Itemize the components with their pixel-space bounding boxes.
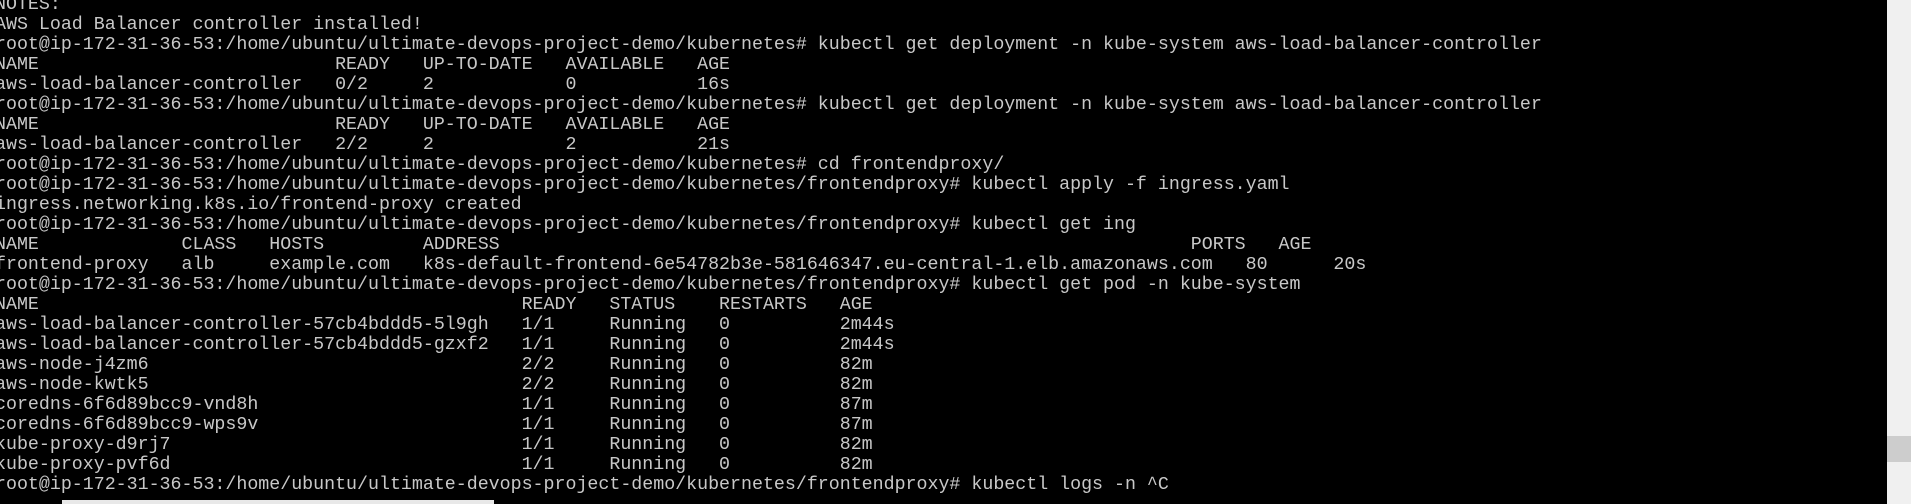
- terminal-prompt-line: root@ip-172-31-36-53:/home/ubuntu/ultima…: [0, 175, 1290, 195]
- vertical-scrollbar[interactable]: [1887, 0, 1911, 504]
- terminal-output[interactable]: NOTES: AWS Load Balancer controller inst…: [0, 0, 1875, 495]
- terminal-prompt-line: root@ip-172-31-36-53:/home/ubuntu/ultima…: [0, 275, 1301, 295]
- table-header: NAME CLASS HOSTS ADDRESS PORTS AGE: [0, 235, 1312, 255]
- terminal-line: NOTES:: [0, 0, 61, 15]
- table-row: aws-node-j4zm6 2/2 Running 0 82m: [0, 355, 873, 375]
- terminal-prompt-line: root@ip-172-31-36-53:/home/ubuntu/ultima…: [0, 215, 1136, 235]
- table-header: NAME READY UP-TO-DATE AVAILABLE AGE: [0, 55, 731, 75]
- table-row: aws-load-balancer-controller 0/2 2 0 16s: [0, 75, 731, 95]
- terminal-window[interactable]: NOTES: AWS Load Balancer controller inst…: [0, 0, 1911, 504]
- table-row: aws-load-balancer-controller-57cb4bddd5-…: [0, 335, 895, 355]
- table-header: NAME READY STATUS RESTARTS AGE: [0, 295, 873, 315]
- horizontal-scroll-indicator: [62, 500, 494, 504]
- table-row: coredns-6f6d89bcc9-vnd8h 1/1 Running 0 8…: [0, 395, 873, 415]
- table-row: kube-proxy-pvf6d 1/1 Running 0 82m: [0, 455, 873, 475]
- terminal-line: ingress.networking.k8s.io/frontend-proxy…: [0, 195, 522, 215]
- table-header: NAME READY UP-TO-DATE AVAILABLE AGE: [0, 115, 731, 135]
- scrollbar-thumb[interactable]: [1887, 436, 1911, 462]
- terminal-prompt-line: root@ip-172-31-36-53:/home/ubuntu/ultima…: [0, 95, 1542, 115]
- table-row: coredns-6f6d89bcc9-wps9v 1/1 Running 0 8…: [0, 415, 873, 435]
- terminal-prompt-line: root@ip-172-31-36-53:/home/ubuntu/ultima…: [0, 35, 1542, 55]
- terminal-prompt-line: root@ip-172-31-36-53:/home/ubuntu/ultima…: [0, 155, 1005, 175]
- terminal-line: AWS Load Balancer controller installed!: [0, 15, 423, 35]
- table-row: frontend-proxy alb example.com k8s-defau…: [0, 255, 1367, 275]
- table-row: aws-load-balancer-controller-57cb4bddd5-…: [0, 315, 895, 335]
- table-row: kube-proxy-d9rj7 1/1 Running 0 82m: [0, 435, 873, 455]
- terminal-prompt-line: root@ip-172-31-36-53:/home/ubuntu/ultima…: [0, 475, 1169, 495]
- table-row: aws-load-balancer-controller 2/2 2 2 21s: [0, 135, 731, 155]
- table-row: aws-node-kwtk5 2/2 Running 0 82m: [0, 375, 873, 395]
